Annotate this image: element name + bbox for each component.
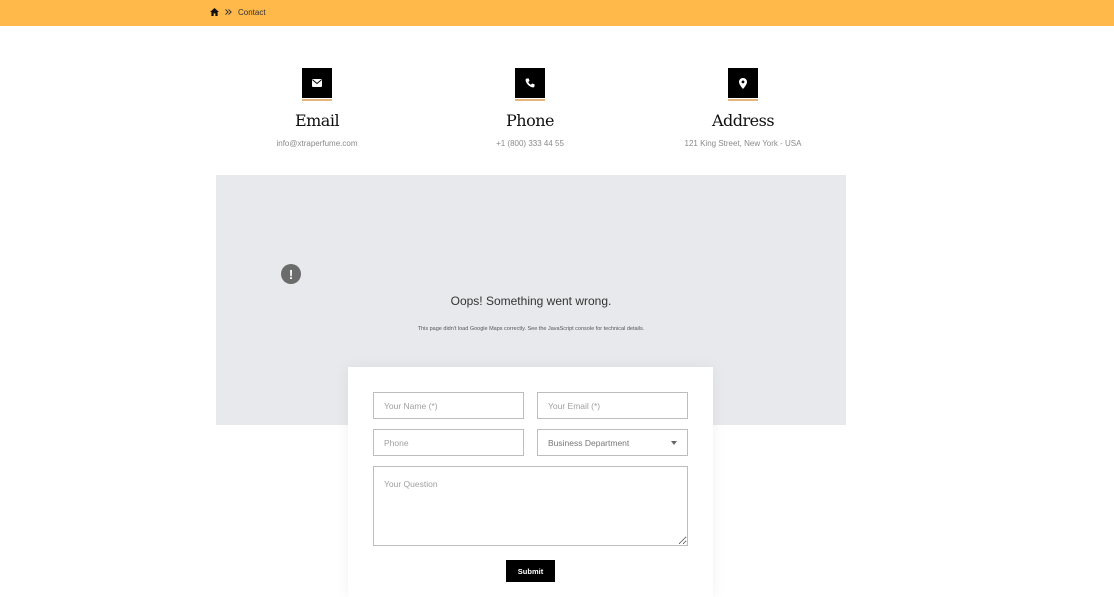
address-title: Address — [711, 111, 775, 130]
map-pin-icon — [728, 68, 758, 101]
envelope-icon — [302, 68, 332, 101]
top-bar — [0, 0, 1114, 26]
phone-input[interactable] — [373, 429, 524, 456]
exclamation-icon: ! — [281, 264, 301, 284]
question-textarea[interactable] — [373, 466, 688, 546]
submit-button[interactable]: Submit — [506, 560, 555, 582]
department-select[interactable]: Business Department — [537, 429, 688, 456]
contact-email: Email info@xtraperfume.com — [217, 68, 417, 148]
phone-value: +1 (800) 333 44 55 — [496, 139, 564, 148]
phone-title: Phone — [506, 111, 554, 130]
email-value: info@xtraperfume.com — [276, 139, 358, 148]
contact-address: Address 121 King Street, New York - USA — [643, 68, 843, 148]
home-icon[interactable] — [210, 8, 219, 16]
breadcrumb: Contact — [210, 6, 266, 18]
department-selected-value: Business Department — [548, 437, 630, 448]
address-value: 121 King Street, New York - USA — [684, 139, 802, 148]
contact-phone: Phone +1 (800) 333 44 55 — [430, 68, 630, 148]
map-error-message: This page didn't load Google Maps correc… — [417, 326, 645, 332]
contact-form: Business Department Submit — [348, 367, 713, 597]
map-error-title: Oops! Something went wrong. — [450, 294, 612, 308]
double-chevron-right-icon — [225, 9, 232, 15]
name-input[interactable] — [373, 392, 524, 419]
email-title: Email — [294, 111, 340, 130]
chevron-down-icon — [671, 440, 677, 445]
phone-icon — [515, 68, 545, 101]
email-input[interactable] — [537, 392, 688, 419]
breadcrumb-current: Contact — [238, 7, 266, 17]
